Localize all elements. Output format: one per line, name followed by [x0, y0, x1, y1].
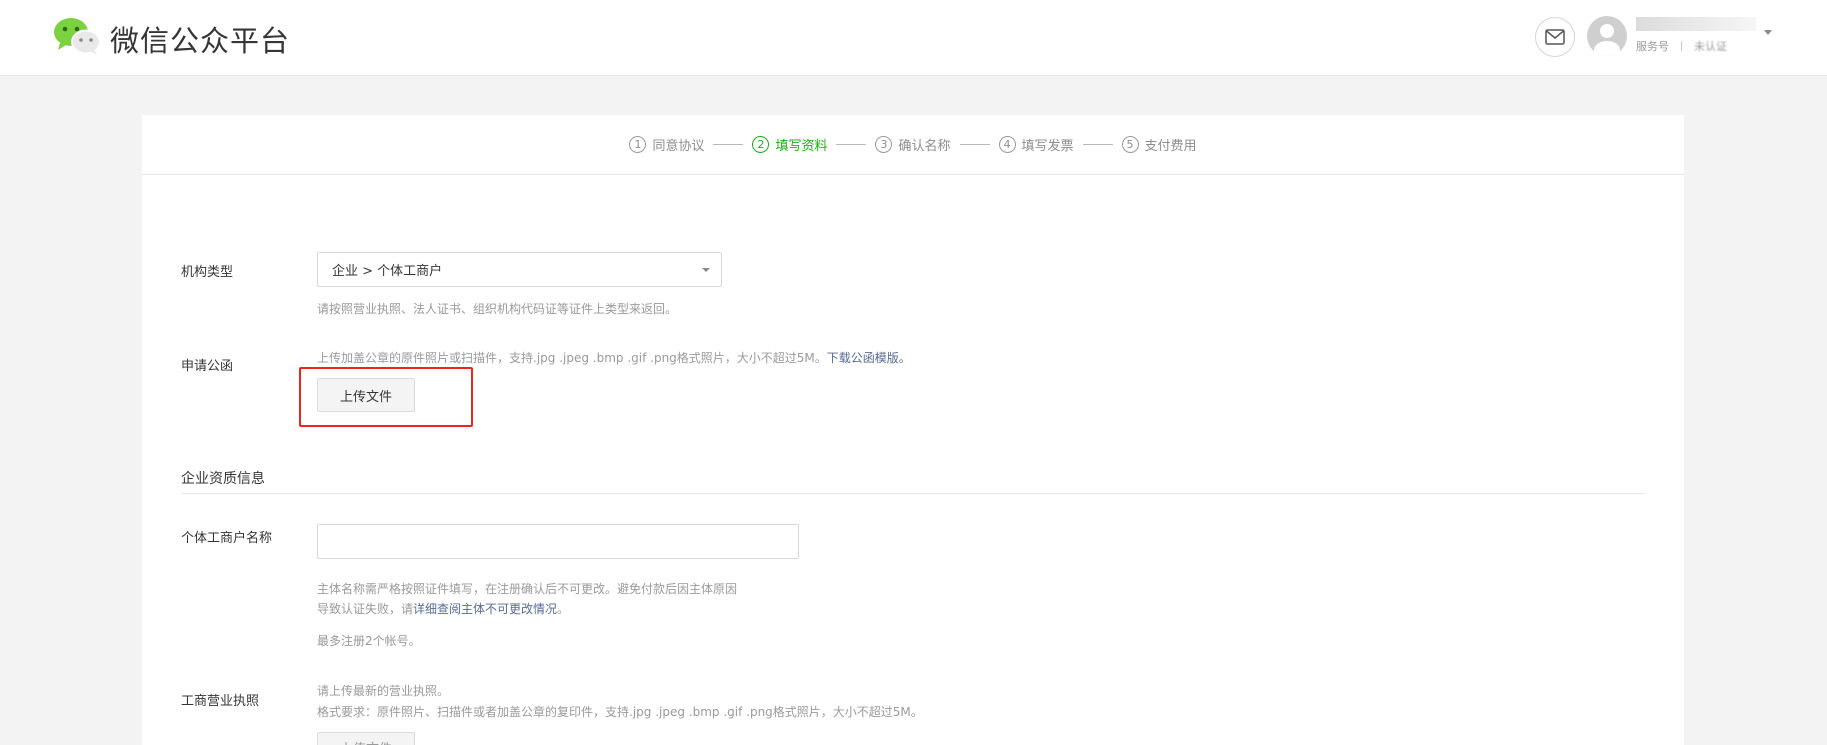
business-name-tip-1: 主体名称需严格按照证件填写，在注册确认后不可更改。避免付款后因主体原因 — [317, 582, 738, 596]
org-type-select[interactable]: 企业 > 个体工商户 — [317, 252, 722, 287]
business-name-tip-end: 。 — [557, 602, 570, 616]
license-label: 工商营业执照 — [181, 694, 260, 709]
step-connector — [959, 144, 990, 145]
step-connector — [713, 144, 744, 145]
account-dropdown-icon[interactable] — [1764, 30, 1772, 35]
avatar[interactable] — [1587, 16, 1627, 56]
upload-license-button[interactable]: 上传文件 — [317, 732, 415, 745]
step-connector — [836, 144, 867, 145]
divider — [1681, 41, 1682, 51]
step-5: 5 支付费用 — [1121, 135, 1197, 154]
mail-icon — [1545, 29, 1565, 45]
letter-tip: 上传加盖公章的原件照片或扫描件，支持.jpg .jpeg .bmp .gif .… — [317, 349, 911, 366]
top-header: 微信公众平台 服务号 未认证 — [0, 0, 1827, 76]
license-tip-2: 格式要求：原件照片、扫描件或者加盖公章的复印件，支持.jpg .jpeg .bm… — [317, 705, 923, 719]
org-type-tip: 请按照营业执照、法人证书、组织机构代码证等证件上类型来返回。 — [317, 302, 678, 316]
section-title: 企业资质信息 — [181, 471, 265, 487]
section-divider — [181, 493, 1645, 494]
letter-tip-text: 上传加盖公章的原件照片或扫描件，支持.jpg .jpeg .bmp .gif .… — [317, 351, 827, 365]
highlight-box — [299, 367, 473, 427]
wechat-logo-icon[interactable] — [52, 16, 102, 56]
account-name-redacted[interactable] — [1636, 17, 1756, 31]
step-2: 2 填写资料 — [752, 135, 827, 154]
download-template-link[interactable]: 下载公函模版。 — [827, 351, 911, 365]
step-number: 5 — [1121, 136, 1139, 153]
unchangeable-details-link[interactable]: 详细查阅主体不可更改情况 — [413, 602, 557, 616]
step-3: 3 确认名称 — [875, 135, 951, 154]
business-name-tip-2: 导致认证失败，请详细查阅主体不可更改情况。 — [317, 600, 569, 617]
user-icon — [1594, 24, 1620, 56]
step-number: 2 — [752, 136, 770, 153]
step-number: 3 — [875, 136, 893, 153]
account-type: 服务号 — [1636, 40, 1669, 53]
step-label: 填写资料 — [775, 139, 828, 154]
step-label: 填写发票 — [1021, 139, 1074, 154]
step-label: 同意协议 — [652, 139, 705, 154]
step-4: 4 填写发票 — [998, 135, 1074, 154]
step-number: 4 — [998, 136, 1016, 153]
business-name-label: 个体工商户名称 — [181, 531, 273, 546]
business-name-tip-3: 最多注册2个帐号。 — [317, 634, 421, 648]
org-type-value: 企业 > 个体工商户 — [332, 264, 443, 279]
step-1: 1 同意协议 — [629, 135, 704, 154]
account-status: 未认证 — [1694, 40, 1727, 53]
main-card: 1 同意协议 2 填写资料 3 确认名称 4 填写发票 5 支付费用 — [142, 115, 1684, 745]
step-label: 确认名称 — [898, 139, 951, 154]
chevron-down-icon — [702, 268, 710, 272]
business-name-tip-text: 导致认证失败，请 — [317, 602, 414, 616]
brand-title[interactable]: 微信公众平台 — [110, 18, 290, 60]
letter-label: 申请公函 — [181, 359, 234, 374]
account-meta: 服务号 未认证 — [1636, 38, 1727, 54]
mail-button[interactable] — [1535, 17, 1575, 57]
license-tip-1: 请上传最新的营业执照。 — [317, 684, 450, 698]
progress-steps: 1 同意协议 2 填写资料 3 确认名称 4 填写发票 5 支付费用 — [142, 115, 1684, 175]
step-label: 支付费用 — [1144, 139, 1197, 154]
step-number: 1 — [629, 136, 647, 153]
org-type-label: 机构类型 — [181, 265, 234, 280]
step-connector — [1082, 144, 1113, 145]
business-name-input[interactable] — [317, 524, 799, 559]
